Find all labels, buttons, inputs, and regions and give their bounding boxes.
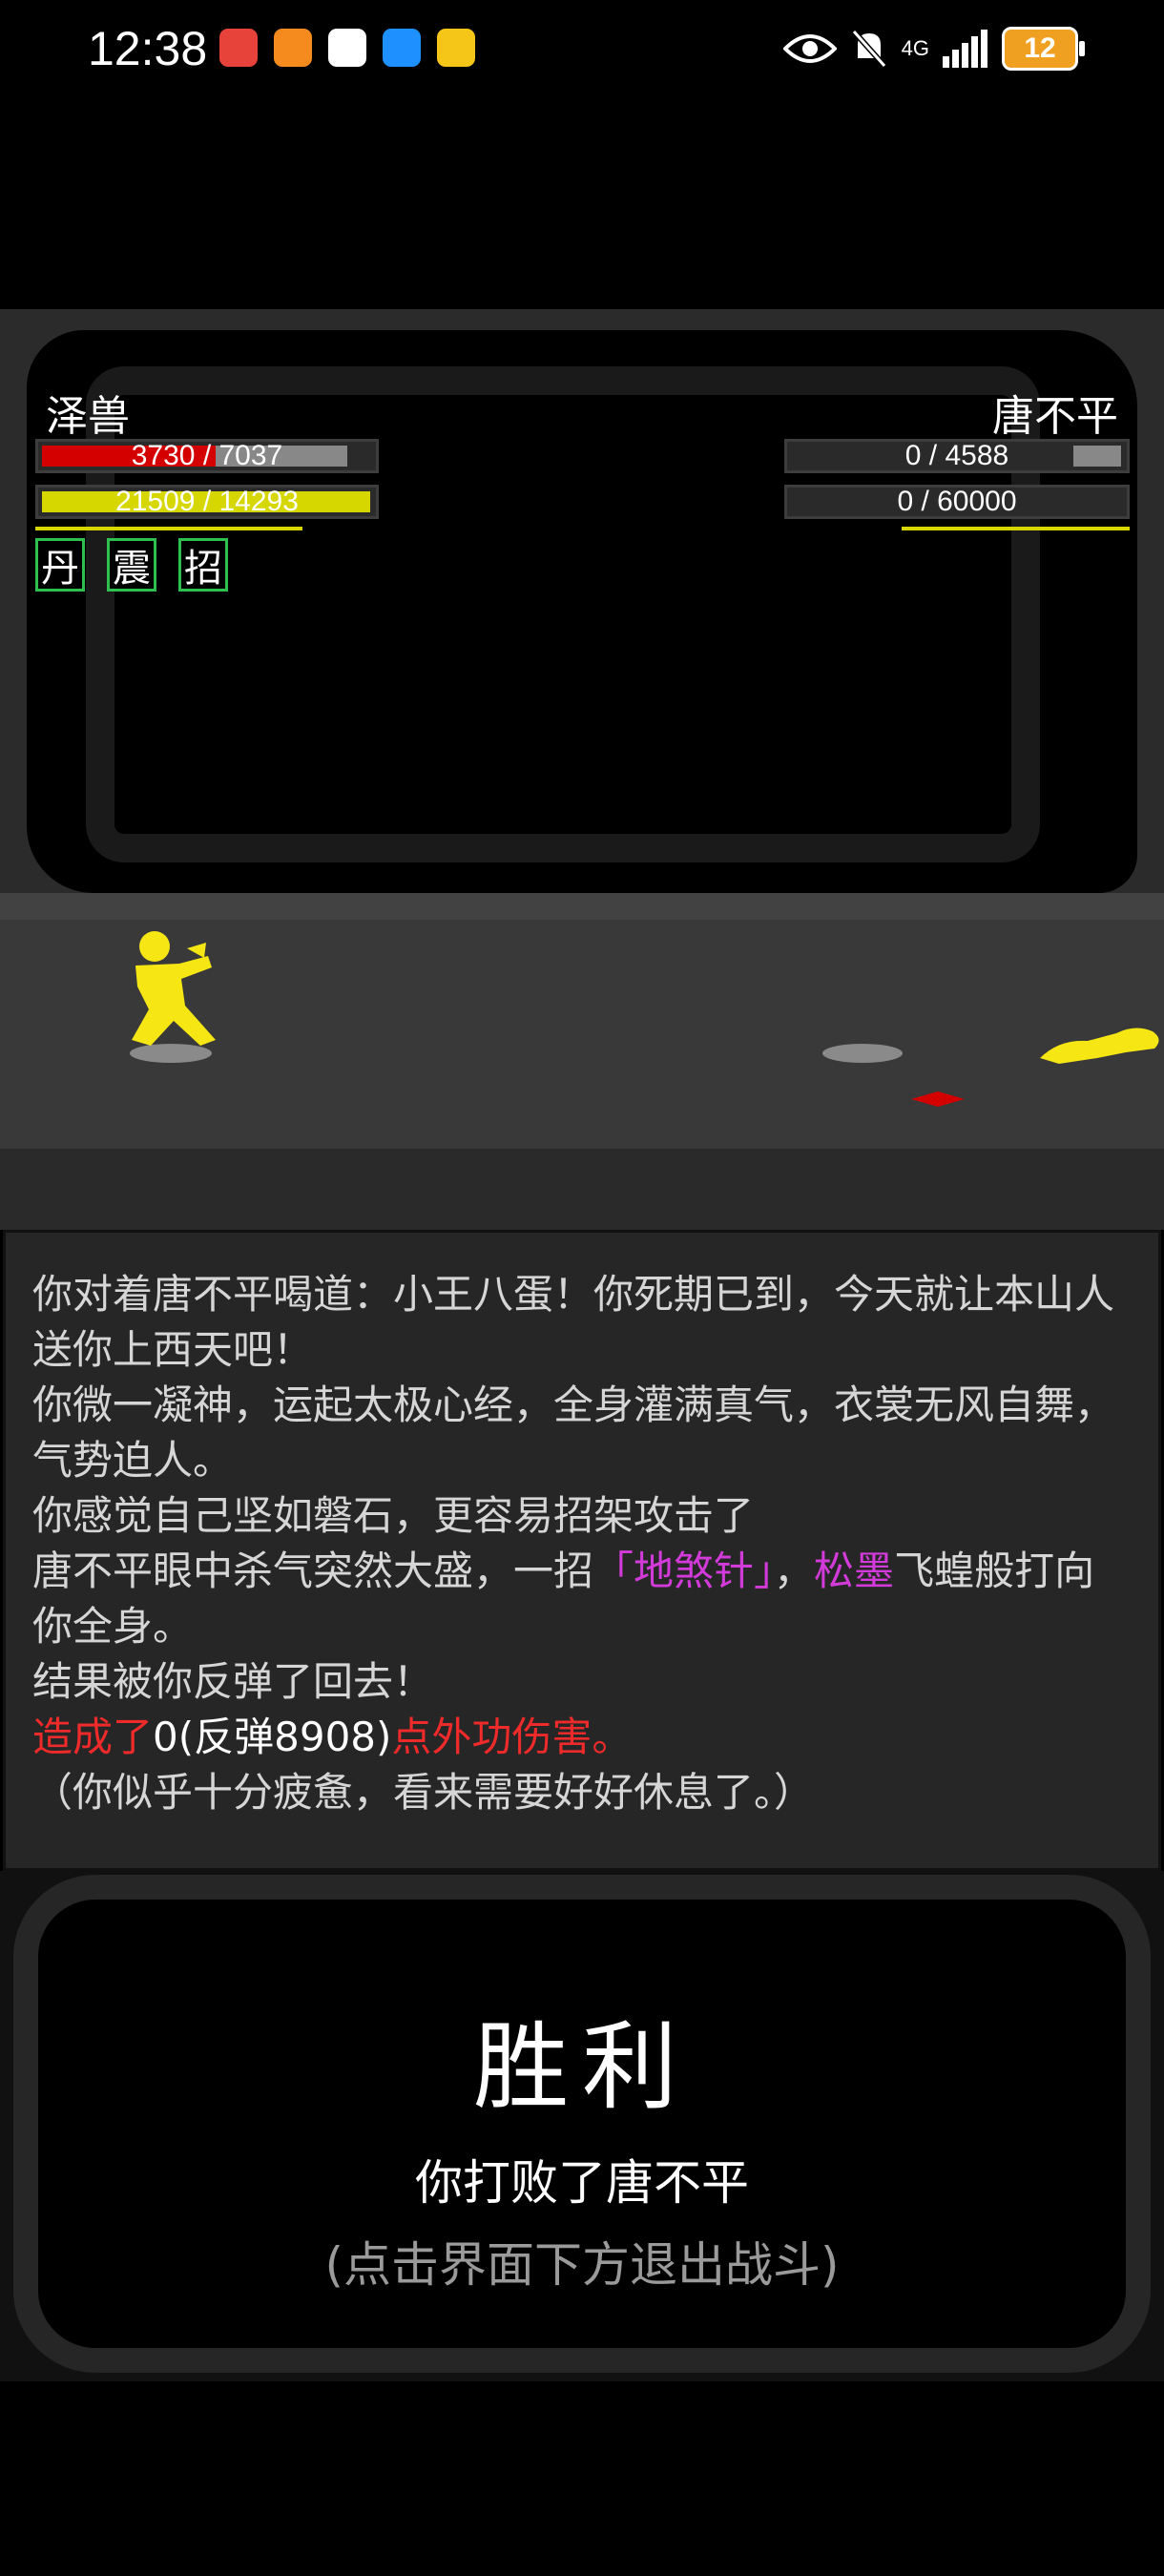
log-text: 唐不平眼中杀气突然大盛，一招 <box>32 1548 594 1594</box>
log-skill-name: 「地煞针」 <box>593 1548 775 1594</box>
log-weapon-name: 松墨 <box>814 1548 895 1594</box>
enemy-fighter-fallen <box>1040 1028 1159 1064</box>
enemy-mp-bar: 0 / 60000 <box>784 485 1130 519</box>
missed-call-icon <box>219 29 258 67</box>
qq-icon <box>328 29 366 67</box>
enemy-hp-bar: 0 / 4588 <box>784 439 1130 473</box>
log-line: 唐不平眼中杀气突然大盛，一招「地煞针」，松墨飞蝗般打向你全身。 <box>32 1544 1132 1654</box>
player-energy-line <box>35 527 302 530</box>
skill-button-zhao[interactable]: 招 <box>178 538 228 592</box>
mute-icon <box>851 30 886 68</box>
enemy-shadow <box>822 1044 903 1063</box>
log-line: 结果被你反弹了回去！ <box>32 1658 434 1705</box>
gift-icon <box>274 29 312 67</box>
victory-subtitle: 你打败了唐不平 <box>415 2155 749 2211</box>
network-type: 4G <box>901 36 929 60</box>
log-line: （你似乎十分疲惫，看来需要好好休息了。） <box>32 1769 815 1816</box>
player-mp-bar: 21509 / 14293 <box>35 485 379 519</box>
player-hp-bar: 3730 / 7037 <box>35 439 379 473</box>
clock: 12:38 <box>88 22 208 75</box>
log-line: 你对着唐不平喝道：小王八蛋！你死期已到，今天就让本山人送你上西天吧！ <box>32 1271 1115 1373</box>
enemy-name: 唐不平 <box>992 392 1118 441</box>
player-mp-text: 21509 / 14293 <box>115 486 299 517</box>
message-icon <box>383 29 421 67</box>
combat-log: 你对着唐不平喝道：小王八蛋！你死期已到，今天就让本山人送你上西天吧！ 你微一凝神… <box>3 1230 1161 1871</box>
blood-mark <box>911 1091 965 1107</box>
battle-scene[interactable]: 泽兽 3730 / 7037 21509 / 14293 丹 震 招 唐不平 0… <box>0 309 1164 1230</box>
player-hp-text: 3730 / 7037 <box>131 440 283 471</box>
battery-icon: 12 <box>1002 27 1085 71</box>
system-status: 4G 12 <box>782 25 1085 73</box>
enemy-mp-text: 0 / 60000 <box>897 486 1017 517</box>
log-line: 你微一凝神，运起太极心经，全身灌满真气，衣裳无风自舞，气势迫人。 <box>32 1381 1115 1484</box>
mail-icon <box>437 29 475 67</box>
battery-level: 12 <box>1024 32 1056 64</box>
skill-button-dan[interactable]: 丹 <box>35 538 85 592</box>
log-text: 点外功伤害。 <box>391 1714 633 1760</box>
exit-battle-hint[interactable]: (点击界面下方退出战斗) <box>0 2227 1164 2296</box>
log-damage-value: 0(反弹8908) <box>153 1714 392 1760</box>
player-fighter <box>132 931 216 1046</box>
log-text: 造成了 <box>32 1714 154 1760</box>
enemy-hp-text: 0 / 4588 <box>904 440 1009 471</box>
signal-icon <box>943 30 987 68</box>
ground-edge <box>0 1149 1164 1230</box>
player-name: 泽兽 <box>46 392 130 441</box>
status-bar: 12:38 4G 12 <box>0 0 1164 95</box>
eye-icon <box>782 34 837 63</box>
log-line: 你感觉自己坚如磐石，更容易招架攻击了 <box>32 1492 755 1539</box>
skill-button-zhen[interactable]: 震 <box>107 538 156 592</box>
victory-title: 胜利 <box>473 2011 691 2123</box>
log-text: ， <box>774 1548 815 1594</box>
enemy-energy-line <box>902 527 1130 530</box>
log-line: 造成了0(反弹8908)点外功伤害。 <box>32 1710 1132 1765</box>
